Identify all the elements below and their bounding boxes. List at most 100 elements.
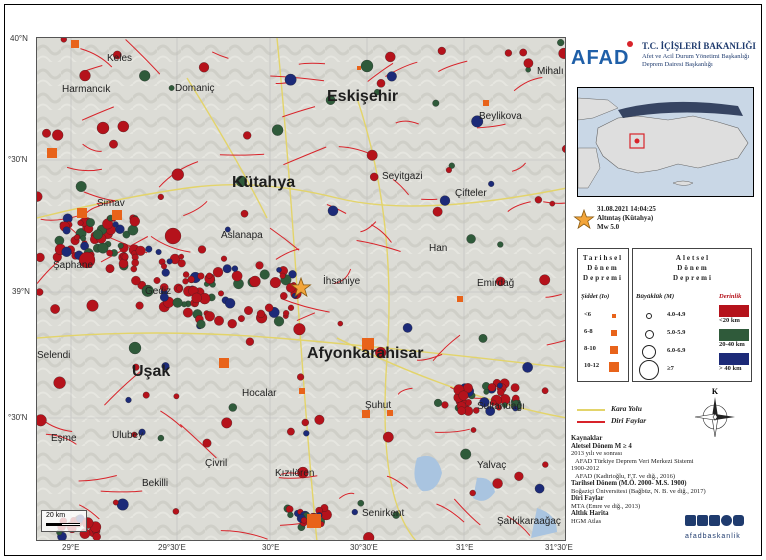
- earthquake-marker[interactable]: [488, 180, 495, 187]
- earthquake-marker[interactable]: [432, 206, 443, 217]
- earthquake-marker[interactable]: [79, 70, 91, 82]
- earthquake-marker[interactable]: [497, 388, 505, 396]
- earthquake-marker[interactable]: [153, 277, 161, 284]
- earthquake-marker[interactable]: [382, 431, 394, 443]
- historical-earthquake-marker[interactable]: [219, 358, 229, 368]
- earthquake-marker[interactable]: [441, 401, 449, 409]
- earthquake-marker[interactable]: [220, 255, 228, 262]
- earthquake-marker[interactable]: [214, 315, 224, 326]
- earthquake-marker[interactable]: [112, 499, 119, 506]
- earthquake-marker[interactable]: [541, 387, 549, 395]
- earthquake-marker[interactable]: [222, 264, 232, 274]
- earthquake-marker[interactable]: [157, 193, 164, 200]
- earthquake-marker[interactable]: [182, 278, 189, 285]
- earthquake-marker[interactable]: [510, 383, 520, 393]
- earthquake-marker[interactable]: [492, 478, 503, 489]
- earthquake-marker[interactable]: [52, 129, 64, 141]
- earthquake-marker[interactable]: [224, 298, 236, 309]
- earthquake-marker[interactable]: [139, 70, 151, 82]
- earthquake-marker[interactable]: [244, 306, 253, 315]
- earthquake-marker[interactable]: [155, 249, 162, 255]
- earthquake-marker[interactable]: [135, 301, 144, 310]
- earthquake-marker[interactable]: [237, 315, 245, 323]
- earthquake-marker[interactable]: [130, 265, 138, 273]
- earthquake-marker[interactable]: [385, 51, 396, 63]
- earthquake-marker[interactable]: [534, 196, 543, 204]
- earthquake-marker[interactable]: [92, 532, 101, 541]
- earthquake-marker[interactable]: [62, 226, 71, 235]
- earthquake-marker[interactable]: [80, 235, 87, 242]
- earthquake-marker[interactable]: [218, 290, 224, 297]
- earthquake-marker[interactable]: [106, 249, 113, 257]
- facebook-icon[interactable]: [697, 515, 708, 526]
- earthquake-marker[interactable]: [86, 299, 99, 312]
- earthquake-marker[interactable]: [539, 274, 551, 286]
- earthquake-marker[interactable]: [457, 406, 466, 416]
- twitter-icon[interactable]: [709, 515, 720, 526]
- earthquake-marker[interactable]: [178, 253, 185, 260]
- earthquake-marker[interactable]: [287, 511, 294, 519]
- earthquake-marker[interactable]: [37, 288, 44, 296]
- earthquake-marker[interactable]: [121, 253, 129, 261]
- earthquake-marker[interactable]: [434, 398, 442, 407]
- earthquake-marker[interactable]: [297, 373, 305, 381]
- earthquake-marker[interactable]: [221, 417, 233, 429]
- earthquake-marker[interactable]: [37, 252, 45, 262]
- earthquake-marker[interactable]: [300, 517, 308, 524]
- earthquake-marker[interactable]: [197, 272, 205, 280]
- earthquake-marker[interactable]: [212, 267, 224, 278]
- earthquake-marker[interactable]: [42, 128, 51, 138]
- earthquake-marker[interactable]: [135, 245, 146, 256]
- earthquake-marker[interactable]: [271, 124, 284, 136]
- earthquake-marker[interactable]: [439, 195, 451, 206]
- earthquake-marker[interactable]: [171, 168, 184, 181]
- historical-earthquake-marker[interactable]: [457, 296, 463, 302]
- earthquake-marker[interactable]: [112, 221, 119, 228]
- earthquake-marker[interactable]: [256, 309, 265, 318]
- earthquake-marker[interactable]: [287, 304, 295, 311]
- earthquake-marker[interactable]: [157, 434, 165, 442]
- earthquake-marker[interactable]: [177, 259, 186, 268]
- historical-earthquake-marker[interactable]: [357, 66, 361, 70]
- earthquake-marker[interactable]: [161, 268, 170, 277]
- earthquake-marker[interactable]: [542, 461, 549, 468]
- earthquake-marker[interactable]: [293, 323, 306, 336]
- earthquake-marker[interactable]: [487, 383, 497, 392]
- earthquake-marker[interactable]: [466, 234, 476, 244]
- earthquake-marker[interactable]: [369, 172, 379, 182]
- earthquake-marker[interactable]: [231, 270, 243, 282]
- historical-earthquake-marker[interactable]: [77, 208, 87, 218]
- earthquake-marker[interactable]: [117, 120, 129, 133]
- earthquake-marker[interactable]: [131, 259, 139, 267]
- earthquake-marker[interactable]: [204, 311, 215, 322]
- earthquake-marker[interactable]: [168, 85, 175, 91]
- earthquake-marker[interactable]: [245, 337, 254, 346]
- earthquake-marker[interactable]: [259, 269, 270, 280]
- earthquake-marker[interactable]: [264, 303, 274, 312]
- historical-earthquake-marker[interactable]: [362, 410, 370, 418]
- earthquake-marker[interactable]: [96, 121, 110, 135]
- earthquake-marker[interactable]: [284, 73, 297, 86]
- earthquake-marker[interactable]: [437, 46, 446, 55]
- earthquake-marker[interactable]: [73, 234, 80, 241]
- earthquake-marker[interactable]: [483, 388, 490, 395]
- earthquake-marker[interactable]: [61, 246, 72, 257]
- earthquake-marker[interactable]: [183, 307, 193, 318]
- earthquake-marker[interactable]: [77, 219, 84, 226]
- earthquake-marker[interactable]: [519, 48, 528, 57]
- earthquake-marker[interactable]: [402, 323, 413, 333]
- earthquake-marker[interactable]: [301, 418, 309, 427]
- earthquake-marker[interactable]: [53, 376, 66, 389]
- earthquake-marker[interactable]: [109, 139, 118, 149]
- earthquake-marker[interactable]: [105, 264, 115, 273]
- earthquake-marker[interactable]: [240, 209, 249, 218]
- earthquake-marker[interactable]: [231, 265, 239, 272]
- historical-earthquake-marker[interactable]: [47, 148, 57, 158]
- earthquake-marker[interactable]: [523, 58, 534, 69]
- earthquake-marker[interactable]: [172, 508, 180, 515]
- earthquake-marker[interactable]: [191, 292, 202, 304]
- earthquake-marker[interactable]: [273, 316, 285, 327]
- earthquake-marker[interactable]: [497, 382, 503, 389]
- earthquake-marker[interactable]: [276, 267, 282, 273]
- earthquake-marker[interactable]: [142, 391, 150, 399]
